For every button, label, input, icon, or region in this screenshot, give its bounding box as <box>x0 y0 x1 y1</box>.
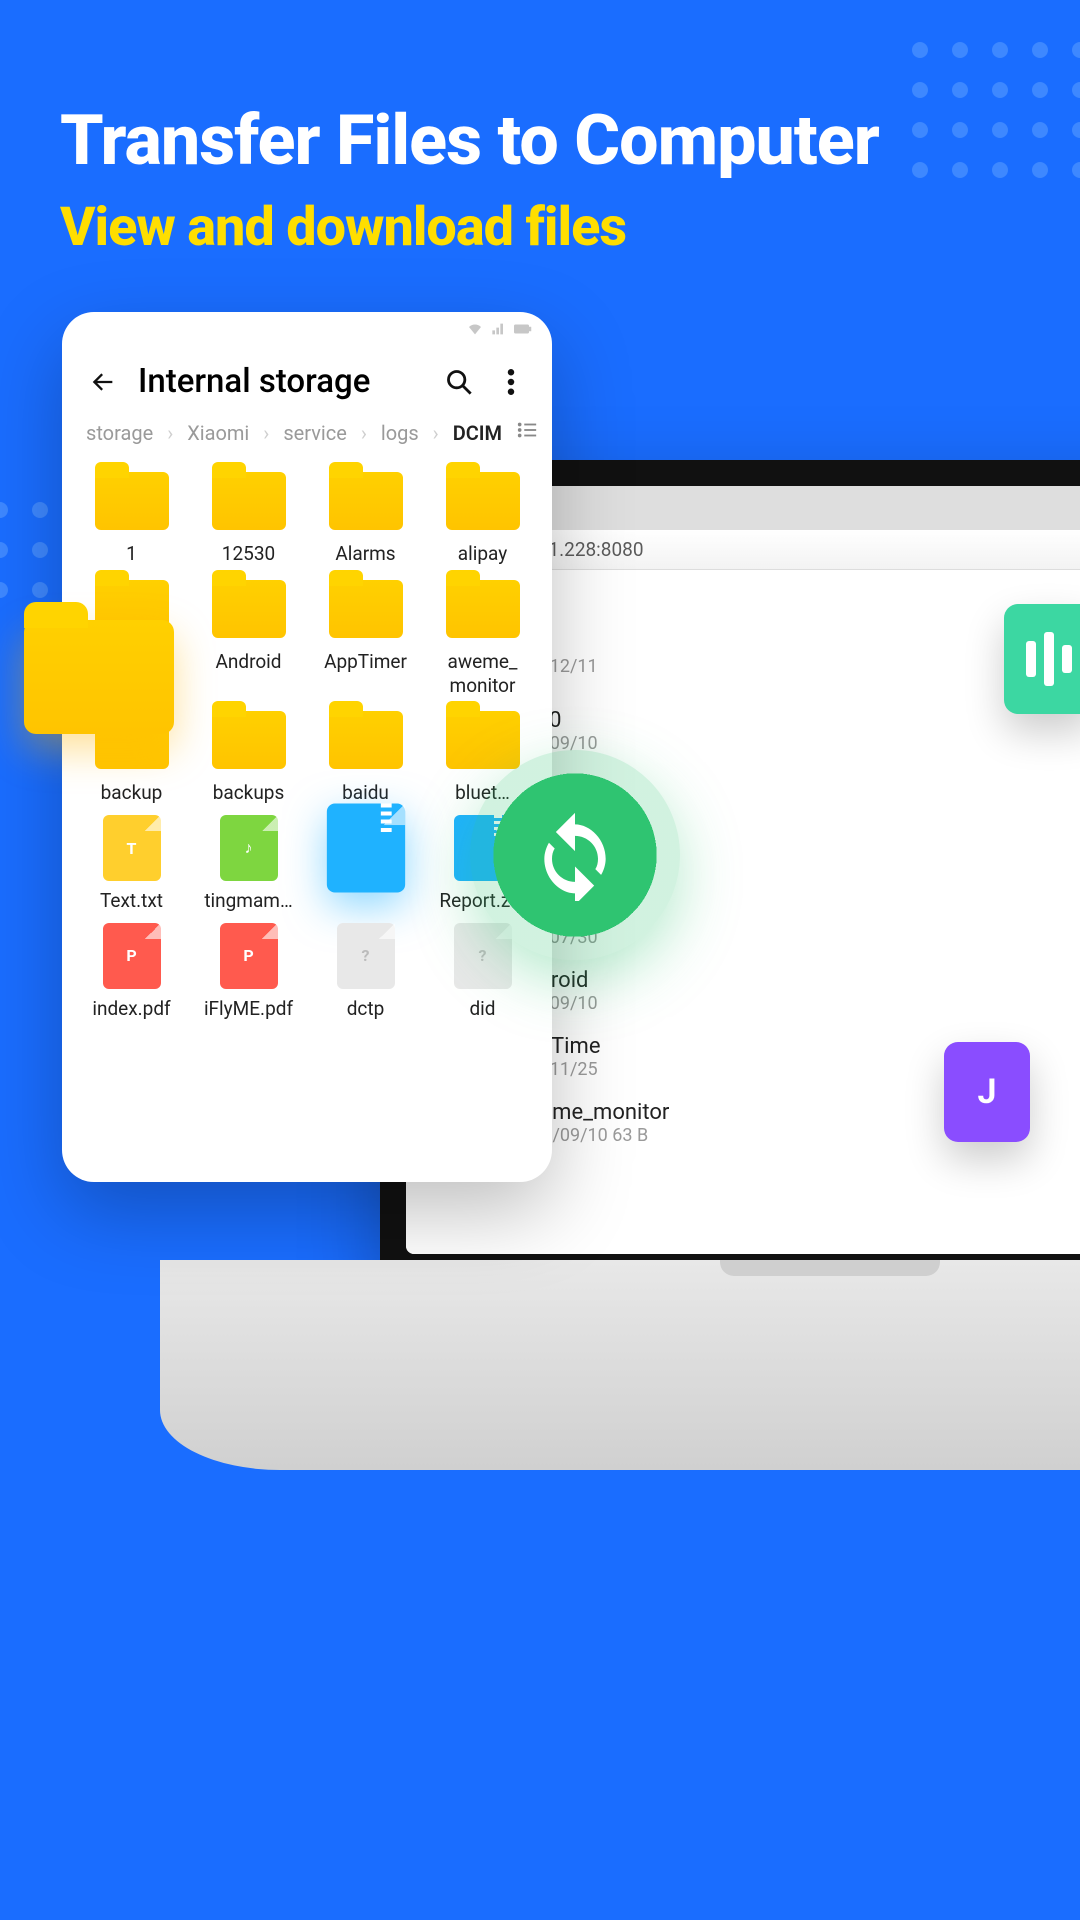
folder-icon <box>328 707 404 773</box>
item-label: aweme_ monitor <box>448 650 518 698</box>
list-icon <box>516 419 538 441</box>
highlight-folder <box>24 620 174 734</box>
sync-icon <box>529 809 621 901</box>
wifi-icon <box>466 321 484 337</box>
screen-title: Internal storage <box>138 362 424 401</box>
breadcrumb-item[interactable]: service <box>283 421 347 445</box>
folder-item[interactable]: AppTimer <box>310 576 421 698</box>
item-label: tingmam… <box>204 889 292 913</box>
breadcrumb-item[interactable]: logs <box>381 421 419 445</box>
file-item[interactable]: ? dctp <box>310 923 421 1021</box>
laptop-body <box>160 1260 1080 1470</box>
signal-icon <box>490 321 508 337</box>
folder-item[interactable]: aweme_ monitor <box>427 576 538 698</box>
list-toggle-button[interactable] <box>516 419 538 446</box>
item-label: did <box>469 997 495 1021</box>
sync-button[interactable] <box>470 750 680 960</box>
zip-file-icon <box>328 815 404 881</box>
search-button[interactable] <box>442 365 476 399</box>
folder-icon <box>328 468 404 534</box>
phone-mock: Internal storage storage › Xiaomi › service ›… <box>62 312 552 1182</box>
more-button[interactable] <box>494 365 528 399</box>
file-item[interactable]: PiFlyME.pdf <box>193 923 304 1021</box>
audio-chip <box>1004 604 1080 714</box>
breadcrumbs[interactable]: storage › Xiaomi › service › logs › DCIM <box>62 419 552 454</box>
item-label: iFlyME.pdf <box>204 997 293 1021</box>
hero-subtitle: View and download files <box>60 196 879 259</box>
status-bar <box>62 312 552 336</box>
chevron-right-icon: › <box>167 421 173 445</box>
item-label: backups <box>213 781 285 805</box>
breadcrumb-item[interactable]: storage <box>86 421 153 445</box>
item-label: index.pdf <box>92 997 170 1021</box>
item-label: backup <box>101 781 163 805</box>
folder-item[interactable]: 1 <box>76 468 187 566</box>
txt-file-icon: T <box>94 815 170 881</box>
item-label: alipay <box>458 542 507 566</box>
file-item[interactable]: Pindex.pdf <box>76 923 187 1021</box>
folder-icon <box>94 468 170 534</box>
back-button[interactable] <box>86 365 120 399</box>
hero-title: Transfer Files to Computer <box>60 100 879 182</box>
folder-icon <box>445 576 521 642</box>
letter-chip: J <box>944 1042 1030 1142</box>
item-label: 12530 <box>222 542 275 566</box>
battery-icon <box>514 321 532 337</box>
pdf-file-icon: P <box>211 923 287 989</box>
chevron-right-icon: › <box>433 421 439 445</box>
file-item[interactable]: ♪ tingmam… <box>193 815 304 913</box>
folder-item[interactable]: 12530 <box>193 468 304 566</box>
dots-decoration <box>900 30 1080 254</box>
item-label: Text.txt <box>100 889 163 913</box>
file-item[interactable]: T Text.txt <box>76 815 187 913</box>
folder-icon <box>445 468 521 534</box>
music-file-icon: ♪ <box>211 815 287 881</box>
folder-item[interactable]: Alarms <box>310 468 421 566</box>
breadcrumb-item[interactable]: Xiaomi <box>187 421 249 445</box>
folder-item[interactable]: baidu <box>310 707 421 805</box>
pdf-file-icon: P <box>94 923 170 989</box>
arrow-left-icon <box>89 368 117 396</box>
item-label: dctp <box>347 997 385 1021</box>
folder-icon <box>211 576 287 642</box>
item-label: Alarms <box>335 542 395 566</box>
item-label: Android <box>215 650 281 674</box>
item-label: baidu <box>342 781 389 805</box>
search-icon <box>445 368 473 396</box>
folder-icon <box>211 707 287 773</box>
folder-icon <box>328 576 404 642</box>
folder-icon <box>445 707 521 773</box>
breadcrumb-item[interactable]: DCIM <box>453 421 502 445</box>
file-item[interactable] <box>310 815 421 913</box>
item-label: AppTimer <box>324 650 407 674</box>
chevron-right-icon: › <box>263 421 269 445</box>
folder-item[interactable]: alipay <box>427 468 538 566</box>
folder-icon <box>211 468 287 534</box>
blank-file-icon: ? <box>328 923 404 989</box>
chevron-right-icon: › <box>361 421 367 445</box>
item-label: 1 <box>126 542 137 566</box>
folder-item[interactable]: backups <box>193 707 304 805</box>
folder-item[interactable]: Android <box>193 576 304 698</box>
more-vert-icon <box>507 369 515 395</box>
